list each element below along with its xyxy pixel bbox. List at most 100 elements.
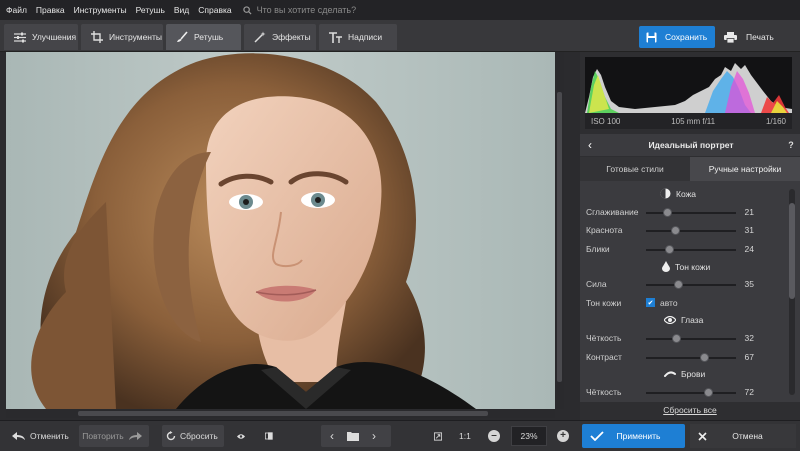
crop-icon: [91, 31, 103, 43]
compare-icon: [265, 432, 273, 440]
smoothing-label: Сглаживание: [586, 207, 639, 217]
auto-checkbox-label: авто: [660, 298, 678, 308]
menu-retouch[interactable]: Ретушь: [136, 5, 165, 15]
checkmark-icon: [590, 431, 604, 441]
preset-title: Идеальный портрет: [648, 140, 734, 150]
panel-tabs: Готовые стили Ручные настройки: [580, 157, 800, 181]
menu-tools[interactable]: Инструменты: [74, 5, 127, 15]
menu-help[interactable]: Справка: [198, 5, 231, 15]
eyes-contrast-slider-knob[interactable]: [700, 353, 710, 362]
search-box[interactable]: Что вы хотите сделать?: [242, 5, 357, 15]
tab-manual-settings[interactable]: Ручные настройки: [690, 157, 800, 181]
smoothing-slider[interactable]: [646, 208, 736, 217]
zoom-out-icon[interactable]: –: [488, 430, 500, 442]
highlights-slider[interactable]: [646, 245, 736, 254]
redo-button[interactable]: Повторить: [79, 425, 149, 447]
canvas-vertical-scroll-thumb[interactable]: [557, 92, 562, 382]
exif-info: ISO 100 105 mm f/11 1/160: [585, 113, 792, 129]
brush-icon: [177, 31, 188, 42]
brows-sharpness-slider-knob[interactable]: [704, 388, 714, 397]
prev-file-icon[interactable]: ‹: [321, 429, 343, 443]
section-skin: Кожа: [660, 188, 696, 199]
tab-text-label: Надписи: [348, 32, 383, 42]
actual-size-button[interactable]: 1:1: [459, 425, 471, 447]
skin-icon: [660, 188, 671, 199]
settings-scrollbar[interactable]: [789, 189, 795, 395]
tab-effects[interactable]: Эффекты: [244, 24, 316, 50]
eyes-contrast-value: 67: [744, 352, 754, 362]
section-brows: Брови: [664, 369, 705, 379]
preview-button[interactable]: [233, 425, 249, 447]
undo-icon: [12, 431, 25, 440]
eye-icon: [237, 433, 245, 439]
undo-button[interactable]: Отменить: [8, 425, 69, 447]
next-file-icon[interactable]: ›: [363, 429, 385, 443]
droplet-icon: [662, 261, 670, 272]
redo-icon: [128, 431, 142, 440]
eyes-contrast-slider[interactable]: [646, 353, 736, 362]
tab-tools-label: Инструменты: [109, 32, 163, 42]
reset-icon: [166, 431, 176, 441]
folder-icon[interactable]: [347, 431, 359, 441]
menu-edit[interactable]: Правка: [36, 5, 65, 15]
cancel-label: Отмена: [732, 431, 763, 441]
eyes-contrast-label: Контраст: [586, 352, 622, 362]
apply-button[interactable]: Применить: [582, 424, 685, 448]
canvas-horizontal-scrollbar[interactable]: [6, 409, 555, 418]
portrait-illustration: [31, 53, 476, 409]
undo-label: Отменить: [30, 431, 69, 441]
brows-sharpness-slider[interactable]: [646, 388, 736, 397]
eyebrow-icon: [664, 371, 676, 377]
reset-button[interactable]: Сбросить: [162, 425, 224, 447]
menu-bar: Файл Правка Инструменты Ретушь Вид Справ…: [0, 0, 800, 20]
brows-sharpness-label: Чёткость: [586, 387, 622, 397]
main-toolbar: Улучшения Инструменты Ретушь Эффекты Над…: [0, 20, 800, 52]
menu-view[interactable]: Вид: [174, 5, 189, 15]
eyes-sharpness-label: Чёткость: [586, 333, 622, 343]
preset-header: ‹ Идеальный портрет ?: [580, 134, 800, 156]
zoom-level-field[interactable]: 23%: [511, 426, 547, 446]
tab-ready-styles[interactable]: Готовые стили: [580, 157, 690, 181]
print-label: Печать: [746, 32, 774, 42]
fit-to-screen-button[interactable]: [430, 425, 446, 447]
canvas-vertical-scrollbar[interactable]: [555, 52, 564, 409]
redness-label: Краснота: [586, 225, 623, 235]
tab-retouch-label: Ретушь: [194, 32, 224, 42]
redness-slider[interactable]: [646, 226, 736, 235]
reset-all-link[interactable]: Сбросить все: [580, 405, 800, 415]
eyes-sharpness-slider[interactable]: [646, 334, 736, 343]
section-skin-label: Кожа: [676, 188, 696, 199]
strength-slider[interactable]: [646, 280, 736, 289]
tab-retouch[interactable]: Ретушь: [166, 24, 241, 50]
text-icon: [329, 31, 342, 43]
apply-label: Применить: [616, 431, 661, 441]
redo-label: Повторить: [82, 431, 124, 441]
smoothing-slider-knob[interactable]: [663, 208, 672, 217]
image-canvas[interactable]: [6, 52, 564, 409]
redness-value: 31: [744, 225, 754, 235]
histogram: [585, 57, 792, 113]
auto-checkbox[interactable]: ✔: [646, 298, 655, 307]
tab-enhancements[interactable]: Улучшения: [4, 24, 78, 50]
tab-tools[interactable]: Инструменты: [81, 24, 163, 50]
skin-tone-label: Тон кожи: [586, 298, 622, 308]
search-placeholder: Что вы хотите сделать?: [256, 5, 357, 15]
tab-text[interactable]: Надписи: [319, 24, 397, 50]
highlights-slider-knob[interactable]: [665, 245, 675, 254]
cancel-button[interactable]: Отмена: [690, 424, 796, 448]
canvas-horizontal-scroll-thumb[interactable]: [78, 411, 488, 416]
save-button[interactable]: Сохранить: [639, 26, 715, 48]
print-button[interactable]: Печать: [724, 26, 794, 48]
strength-label: Сила: [586, 279, 607, 289]
settings-scroll-thumb[interactable]: [789, 203, 795, 299]
portrait-photo: [6, 52, 555, 409]
menu-file[interactable]: Файл: [6, 5, 27, 15]
compare-button[interactable]: [261, 425, 277, 447]
strength-slider-knob[interactable]: [674, 280, 684, 289]
eyes-sharpness-slider-knob[interactable]: [671, 334, 681, 343]
redness-slider-knob[interactable]: [671, 226, 681, 235]
zoom-in-icon[interactable]: +: [557, 430, 569, 442]
back-chevron-icon[interactable]: ‹: [580, 138, 600, 152]
retouch-panel: ISO 100 105 mm f/11 1/160 ‹ Идеальный по…: [580, 52, 800, 420]
help-icon[interactable]: ?: [782, 140, 800, 150]
